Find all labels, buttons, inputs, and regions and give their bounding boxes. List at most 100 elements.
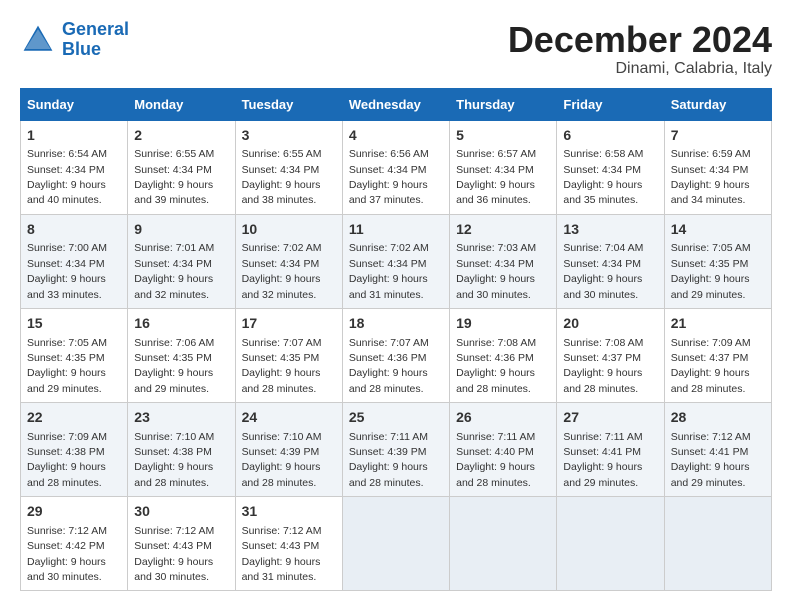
day-number: 7	[671, 126, 765, 146]
day-info: Sunrise: 6:58 AMSunset: 4:34 PMDaylight:…	[563, 148, 643, 206]
day-number: 29	[27, 502, 121, 522]
header-day-wednesday: Wednesday	[342, 88, 449, 120]
calendar-cell: 13Sunrise: 7:04 AMSunset: 4:34 PMDayligh…	[557, 214, 664, 308]
calendar-cell: 19 Sunrise: 7:08 AMSunset: 4:36 PMDayligh…	[450, 308, 557, 402]
day-info: Sunrise: 7:10 AMSunset: 4:38 PMDaylight:…	[134, 431, 214, 489]
day-info: Sunrise: 7:11 AMSunset: 4:40 PMDaylight:…	[456, 431, 535, 489]
month-title: December 2024	[508, 20, 772, 60]
calendar-cell: 21Sunrise: 7:09 AMSunset: 4:37 PMDayligh…	[664, 308, 771, 402]
calendar-week-1: 1Sunrise: 6:54 AMSunset: 4:34 PMDaylight…	[21, 120, 772, 214]
day-number: 28	[671, 408, 765, 428]
logo-icon	[20, 22, 56, 58]
calendar-cell: 12Sunrise: 7:03 AMSunset: 4:34 PMDayligh…	[450, 214, 557, 308]
calendar-cell: 8Sunrise: 7:00 AMSunset: 4:34 PMDaylight…	[21, 214, 128, 308]
day-number: 2	[134, 126, 228, 146]
day-info: Sunrise: 7:11 AMSunset: 4:39 PMDaylight:…	[349, 431, 428, 489]
title-block: December 2024 Dinami, Calabria, Italy	[508, 20, 772, 78]
header-day-tuesday: Tuesday	[235, 88, 342, 120]
calendar-cell	[342, 497, 449, 591]
day-number: 23	[134, 408, 228, 428]
day-info: Sunrise: 7:09 AMSunset: 4:37 PMDaylight:…	[671, 337, 751, 395]
day-info: Sunrise: 7:12 AMSunset: 4:42 PMDaylight:…	[27, 525, 107, 583]
day-info: Sunrise: 7:07 AMSunset: 4:36 PMDaylight:…	[349, 337, 429, 395]
calendar-header-row: SundayMondayTuesdayWednesdayThursdayFrid…	[21, 88, 772, 120]
header-day-monday: Monday	[128, 88, 235, 120]
page-header: GeneralBlue December 2024 Dinami, Calabr…	[20, 20, 772, 78]
logo-text: GeneralBlue	[62, 20, 129, 60]
day-number: 8	[27, 220, 121, 240]
calendar-cell: 14Sunrise: 7:05 AMSunset: 4:35 PMDayligh…	[664, 214, 771, 308]
calendar-table: SundayMondayTuesdayWednesdayThursdayFrid…	[20, 88, 772, 592]
day-number: 17	[242, 314, 336, 334]
calendar-cell: 16 Sunrise: 7:06 AMSunset: 4:35 PMDayligh…	[128, 308, 235, 402]
calendar-cell	[557, 497, 664, 591]
day-info: Sunrise: 7:08 AMSunset: 4:37 PMDaylight:…	[563, 337, 643, 395]
calendar-cell: 26 Sunrise: 7:11 AMSunset: 4:40 PMDayligh…	[450, 403, 557, 497]
day-number: 6	[563, 126, 657, 146]
day-number: 10	[242, 220, 336, 240]
calendar-cell: 18Sunrise: 7:07 AMSunset: 4:36 PMDayligh…	[342, 308, 449, 402]
calendar-cell: 29 Sunrise: 7:12 AMSunset: 4:42 PMDayligh…	[21, 497, 128, 591]
day-number: 3	[242, 126, 336, 146]
calendar-cell	[664, 497, 771, 591]
day-number: 5	[456, 126, 550, 146]
day-info: Sunrise: 6:54 AMSunset: 4:34 PMDaylight:…	[27, 148, 107, 206]
day-info: Sunrise: 7:02 AMSunset: 4:34 PMDaylight:…	[349, 242, 429, 300]
day-number: 19	[456, 314, 550, 334]
calendar-cell	[450, 497, 557, 591]
calendar-week-5: 29 Sunrise: 7:12 AMSunset: 4:42 PMDayligh…	[21, 497, 772, 591]
calendar-cell: 28Sunrise: 7:12 AMSunset: 4:41 PMDayligh…	[664, 403, 771, 497]
calendar-cell: 7Sunrise: 6:59 AMSunset: 4:34 PMDaylight…	[664, 120, 771, 214]
day-number: 30	[134, 502, 228, 522]
calendar-cell: 9Sunrise: 7:01 AMSunset: 4:34 PMDaylight…	[128, 214, 235, 308]
day-info: Sunrise: 7:08 AMSunset: 4:36 PMDaylight:…	[456, 337, 536, 395]
day-number: 14	[671, 220, 765, 240]
day-info: Sunrise: 7:00 AMSunset: 4:34 PMDaylight:…	[27, 242, 107, 300]
calendar-cell: 20Sunrise: 7:08 AMSunset: 4:37 PMDayligh…	[557, 308, 664, 402]
day-info: Sunrise: 7:01 AMSunset: 4:34 PMDaylight:…	[134, 242, 214, 300]
day-info: Sunrise: 7:04 AMSunset: 4:34 PMDaylight:…	[563, 242, 643, 300]
day-number: 27	[563, 408, 657, 428]
day-info: Sunrise: 7:05 AMSunset: 4:35 PMDaylight:…	[27, 337, 107, 395]
calendar-cell: 2Sunrise: 6:55 AMSunset: 4:34 PMDaylight…	[128, 120, 235, 214]
day-number: 1	[27, 126, 121, 146]
header-day-friday: Friday	[557, 88, 664, 120]
calendar-cell: 22 Sunrise: 7:09 AMSunset: 4:38 PMDayligh…	[21, 403, 128, 497]
calendar-cell: 10Sunrise: 7:02 AMSunset: 4:34 PMDayligh…	[235, 214, 342, 308]
day-info: Sunrise: 7:02 AMSunset: 4:34 PMDaylight:…	[242, 242, 322, 300]
day-number: 4	[349, 126, 443, 146]
day-number: 9	[134, 220, 228, 240]
day-info: Sunrise: 6:56 AMSunset: 4:34 PMDaylight:…	[349, 148, 429, 206]
day-info: Sunrise: 7:03 AMSunset: 4:34 PMDaylight:…	[456, 242, 536, 300]
day-number: 16	[134, 314, 228, 334]
calendar-cell: 3Sunrise: 6:55 AMSunset: 4:34 PMDaylight…	[235, 120, 342, 214]
day-info: Sunrise: 6:55 AMSunset: 4:34 PMDaylight:…	[242, 148, 322, 206]
day-info: Sunrise: 7:12 AMSunset: 4:43 PMDaylight:…	[134, 525, 214, 583]
calendar-cell: 5Sunrise: 6:57 AMSunset: 4:34 PMDaylight…	[450, 120, 557, 214]
calendar-cell: 30 Sunrise: 7:12 AMSunset: 4:43 PMDayligh…	[128, 497, 235, 591]
day-number: 12	[456, 220, 550, 240]
day-number: 15	[27, 314, 121, 334]
calendar-cell: 31Sunrise: 7:12 AMSunset: 4:43 PMDayligh…	[235, 497, 342, 591]
day-number: 25	[349, 408, 443, 428]
header-day-saturday: Saturday	[664, 88, 771, 120]
calendar-cell: 23 Sunrise: 7:10 AMSunset: 4:38 PMDayligh…	[128, 403, 235, 497]
day-info: Sunrise: 7:07 AMSunset: 4:35 PMDaylight:…	[242, 337, 322, 395]
calendar-week-3: 15 Sunrise: 7:05 AMSunset: 4:35 PMDayligh…	[21, 308, 772, 402]
calendar-week-4: 22 Sunrise: 7:09 AMSunset: 4:38 PMDayligh…	[21, 403, 772, 497]
header-day-sunday: Sunday	[21, 88, 128, 120]
calendar-cell: 24Sunrise: 7:10 AMSunset: 4:39 PMDayligh…	[235, 403, 342, 497]
day-number: 11	[349, 220, 443, 240]
day-info: Sunrise: 7:09 AMSunset: 4:38 PMDaylight:…	[27, 431, 107, 489]
day-info: Sunrise: 7:06 AMSunset: 4:35 PMDaylight:…	[134, 337, 214, 395]
location-subtitle: Dinami, Calabria, Italy	[508, 60, 772, 78]
calendar-week-2: 8Sunrise: 7:00 AMSunset: 4:34 PMDaylight…	[21, 214, 772, 308]
day-number: 26	[456, 408, 550, 428]
calendar-cell: 15 Sunrise: 7:05 AMSunset: 4:35 PMDayligh…	[21, 308, 128, 402]
calendar-cell: 6Sunrise: 6:58 AMSunset: 4:34 PMDaylight…	[557, 120, 664, 214]
calendar-cell: 1Sunrise: 6:54 AMSunset: 4:34 PMDaylight…	[21, 120, 128, 214]
calendar-cell: 11Sunrise: 7:02 AMSunset: 4:34 PMDayligh…	[342, 214, 449, 308]
header-day-thursday: Thursday	[450, 88, 557, 120]
calendar-cell: 4Sunrise: 6:56 AMSunset: 4:34 PMDaylight…	[342, 120, 449, 214]
day-number: 22	[27, 408, 121, 428]
